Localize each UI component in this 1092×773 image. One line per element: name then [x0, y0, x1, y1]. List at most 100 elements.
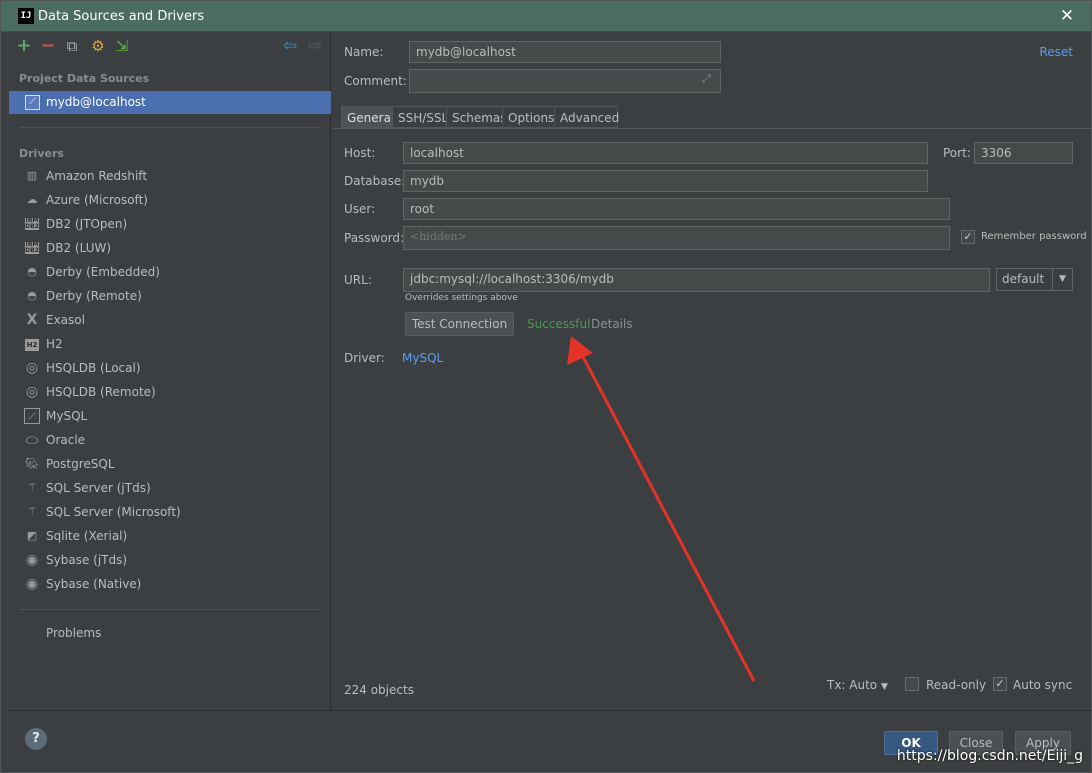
driver-item[interactable]: ◓ Derby (Embedded) — [9, 260, 331, 284]
driver-item[interactable]: ◩ Sqlite (Xerial) — [9, 524, 331, 548]
expand-icon[interactable]: ⤢ — [702, 72, 711, 86]
exasol-icon: X — [26, 312, 38, 328]
database-label: Database: — [344, 174, 406, 188]
reset-link[interactable]: Reset — [1039, 45, 1073, 59]
close-window-icon[interactable]: ✕ — [1057, 6, 1077, 26]
redshift-icon: ▥ — [26, 169, 38, 182]
user-label: User: — [344, 202, 376, 216]
driver-item[interactable]: ▥ Amazon Redshift — [9, 164, 331, 188]
chevron-down-icon: ▼ — [1052, 269, 1072, 290]
connection-status: Successful — [527, 317, 591, 331]
window-title: Data Sources and Drivers — [38, 9, 205, 24]
remember-password-checkbox[interactable]: ✓ — [961, 230, 975, 244]
port-label: Port: — [943, 146, 971, 160]
hsqldb-icon: ◎ — [25, 384, 39, 400]
driver-label: Driver: — [344, 351, 385, 365]
tx-mode-select[interactable]: Tx: Auto ▼ — [827, 678, 888, 692]
postgresql-icon: 🐘︎ — [25, 457, 39, 470]
driver-item[interactable]: IBM DB2 DB2 (JTOpen) — [9, 212, 331, 236]
db2-icon: IBM DB2 — [25, 217, 39, 230]
driver-item[interactable]: ⚚ SQL Server (Microsoft) — [9, 500, 331, 524]
url-label: URL: — [344, 273, 372, 287]
driver-item[interactable]: ⚚ SQL Server (jTds) — [9, 476, 331, 500]
problems-label: Problems — [46, 626, 102, 640]
sqlserver-icon: ⚚ — [27, 481, 37, 494]
remove-icon[interactable]: − — [39, 37, 57, 55]
driver-link[interactable]: MySQL — [402, 351, 443, 365]
driver-item[interactable]: ◎ HSQLDB (Remote) — [9, 380, 331, 404]
host-field[interactable]: localhost — [403, 142, 928, 164]
sidebar-toolbar: + − ⧉ ⚙ ⇲ ⇦ ⇨ — [9, 32, 331, 62]
tab-advanced[interactable]: Advanced — [554, 106, 619, 128]
h2-icon: H2 — [25, 339, 39, 351]
drivers-header: Drivers — [19, 147, 64, 160]
back-arrow-icon[interactable]: ⇦ — [281, 37, 299, 55]
title-bar: IJ Data Sources and Drivers ✕ — [1, 1, 1091, 32]
sqlserver-icon: ⚚ — [27, 505, 37, 518]
user-field[interactable]: root — [403, 198, 950, 220]
auto-sync-label: Auto sync — [1013, 678, 1073, 692]
port-field[interactable]: 3306 — [974, 142, 1073, 164]
comment-field[interactable] — [409, 69, 721, 93]
driver-item[interactable]: IBM DB2 DB2 (LUW) — [9, 236, 331, 260]
driver-settings-icon[interactable]: ⚙ — [89, 37, 107, 55]
driver-item[interactable]: H2 H2 — [9, 332, 331, 356]
password-field[interactable]: <hidden> — [403, 226, 950, 250]
tab-general[interactable]: General — [341, 106, 394, 128]
sidebar-divider — [19, 127, 319, 128]
url-mode-value: default — [1002, 272, 1045, 286]
name-field[interactable]: mydb@localhost — [409, 41, 721, 63]
derby-icon: ◓ — [27, 289, 37, 302]
dialog-footer: ? OK Close Apply https://blog.csdn.net/E… — [9, 710, 1091, 772]
hsqldb-icon: ◎ — [25, 360, 39, 376]
url-hint: Overrides settings above — [405, 293, 518, 303]
test-connection-button[interactable]: Test Connection — [405, 312, 514, 336]
details-link[interactable]: Details — [591, 317, 633, 331]
read-only-label: Read-only — [926, 678, 987, 692]
driver-item[interactable]: ◓ Derby (Remote) — [9, 284, 331, 308]
tab-options[interactable]: Options — [502, 106, 555, 128]
add-icon[interactable]: + — [15, 37, 33, 55]
driver-item[interactable]: ☁ Azure (Microsoft) — [9, 188, 331, 212]
driver-item[interactable]: X Exasol — [9, 308, 331, 332]
objects-count: 224 objects — [344, 683, 414, 697]
watermark: https://blog.csdn.net/Eiji_g — [896, 748, 1083, 764]
derby-icon: ◓ — [27, 265, 37, 278]
copy-icon[interactable]: ⧉ — [63, 37, 81, 55]
project-data-sources-header: Project Data Sources — [19, 72, 150, 85]
driver-item[interactable]: ⟋ MySQL — [9, 404, 331, 428]
mysql-icon: ⟋ — [25, 95, 40, 110]
forward-arrow-icon[interactable]: ⇨ — [306, 37, 324, 55]
host-label: Host: — [344, 146, 376, 160]
database-field[interactable]: mydb — [403, 170, 928, 192]
problems-item[interactable]: Problems — [9, 621, 331, 645]
tab-ssh-ssl[interactable]: SSH/SSL — [392, 106, 448, 128]
project-item-label: mydb@localhost — [46, 95, 146, 109]
intellij-app-icon: IJ — [18, 8, 34, 24]
driver-item[interactable]: ◉ Sybase (jTds) — [9, 548, 331, 572]
data-sources-dialog: IJ Data Sources and Drivers ✕ + − ⧉ ⚙ ⇲ … — [0, 0, 1092, 773]
driver-item[interactable]: ◉ Sybase (Native) — [9, 572, 331, 596]
help-icon[interactable]: ? — [25, 728, 47, 750]
driver-item[interactable]: ◎ HSQLDB (Local) — [9, 356, 331, 380]
password-label: Password: — [344, 231, 405, 245]
tab-schemas[interactable]: Schemas — [446, 106, 507, 128]
import-icon[interactable]: ⇲ — [113, 37, 131, 55]
sidebar-divider — [19, 609, 319, 610]
sybase-icon: ◉ — [25, 576, 39, 592]
tab-divider — [332, 128, 1091, 129]
url-mode-select[interactable]: default ▼ — [996, 268, 1073, 291]
url-field[interactable]: jdbc:mysql://localhost:3306/mydb — [403, 268, 990, 292]
auto-sync-checkbox[interactable]: ✓ — [993, 677, 1007, 691]
project-item-mydb[interactable]: ⟋ mydb@localhost — [9, 91, 331, 114]
azure-icon: ☁ — [26, 193, 38, 206]
chevron-down-icon: ▼ — [880, 682, 888, 692]
mysql-icon: ⟋ — [24, 408, 40, 424]
remember-password-label: Remember password — [981, 231, 1087, 242]
driver-item[interactable]: 🐘︎ PostgreSQL — [9, 452, 331, 476]
read-only-checkbox[interactable] — [905, 677, 919, 691]
data-source-properties: Name: mydb@localhost Reset Comment: ⤢ Ge… — [332, 32, 1091, 710]
driver-item[interactable]: ⬭ Oracle — [9, 428, 331, 452]
tx-mode-label: Tx: Auto — [827, 678, 878, 692]
sqlite-icon: ◩ — [26, 529, 38, 542]
